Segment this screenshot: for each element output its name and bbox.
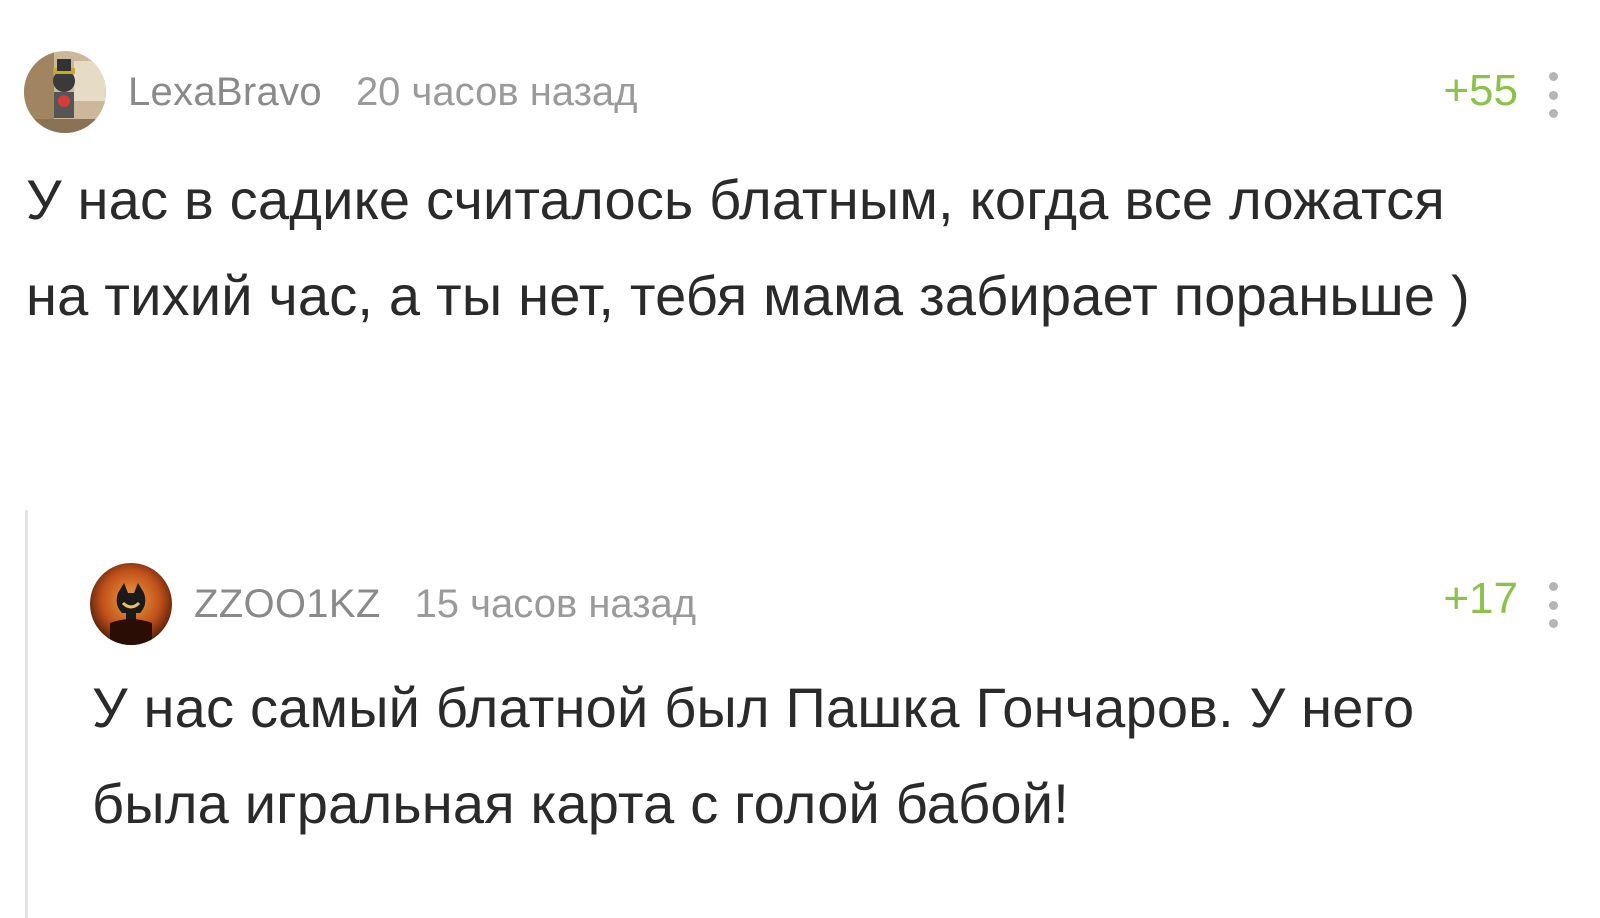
menu-dot: [1548, 582, 1558, 591]
menu-dot: [1548, 72, 1558, 81]
user-avatar-icon[interactable]: [90, 563, 172, 645]
menu-dot: [1548, 600, 1558, 610]
menu-dot: [1548, 619, 1558, 628]
more-vertical-icon[interactable]: [1546, 582, 1560, 628]
avatar-image: [24, 51, 106, 133]
comment-header: LexaBravo 20 часов назад: [24, 50, 638, 134]
reply-comment-item: ZZOO1KZ 15 часов назад +17 У нас самый б…: [0, 510, 1600, 918]
comments-page: LexaBravo 20 часов назад +55 У нас в сад…: [0, 0, 1600, 918]
comment-text: У нас в садике считалось блатным, когда …: [26, 168, 1470, 327]
comment-header: ZZOO1KZ 15 часов назад: [90, 562, 696, 646]
comment-text: У нас самый блатной был Пашка Гончаров. …: [92, 676, 1415, 835]
thread-line[interactable]: [25, 510, 28, 918]
menu-dot: [1548, 90, 1558, 100]
comment-rating: +55: [1443, 66, 1518, 115]
username[interactable]: LexaBravo: [128, 70, 322, 115]
comment-rating: +17: [1443, 574, 1518, 623]
more-vertical-icon[interactable]: [1546, 72, 1560, 118]
comment-time: 20 часов назад: [355, 69, 638, 114]
comment-item: LexaBravo 20 часов назад +55 У нас в сад…: [0, 0, 1600, 470]
username[interactable]: ZZOO1KZ: [194, 582, 381, 627]
avatar-image: [90, 563, 172, 645]
user-avatar-icon[interactable]: [24, 51, 106, 133]
menu-dot: [1548, 109, 1558, 118]
comment-time: 15 часов назад: [414, 581, 697, 626]
